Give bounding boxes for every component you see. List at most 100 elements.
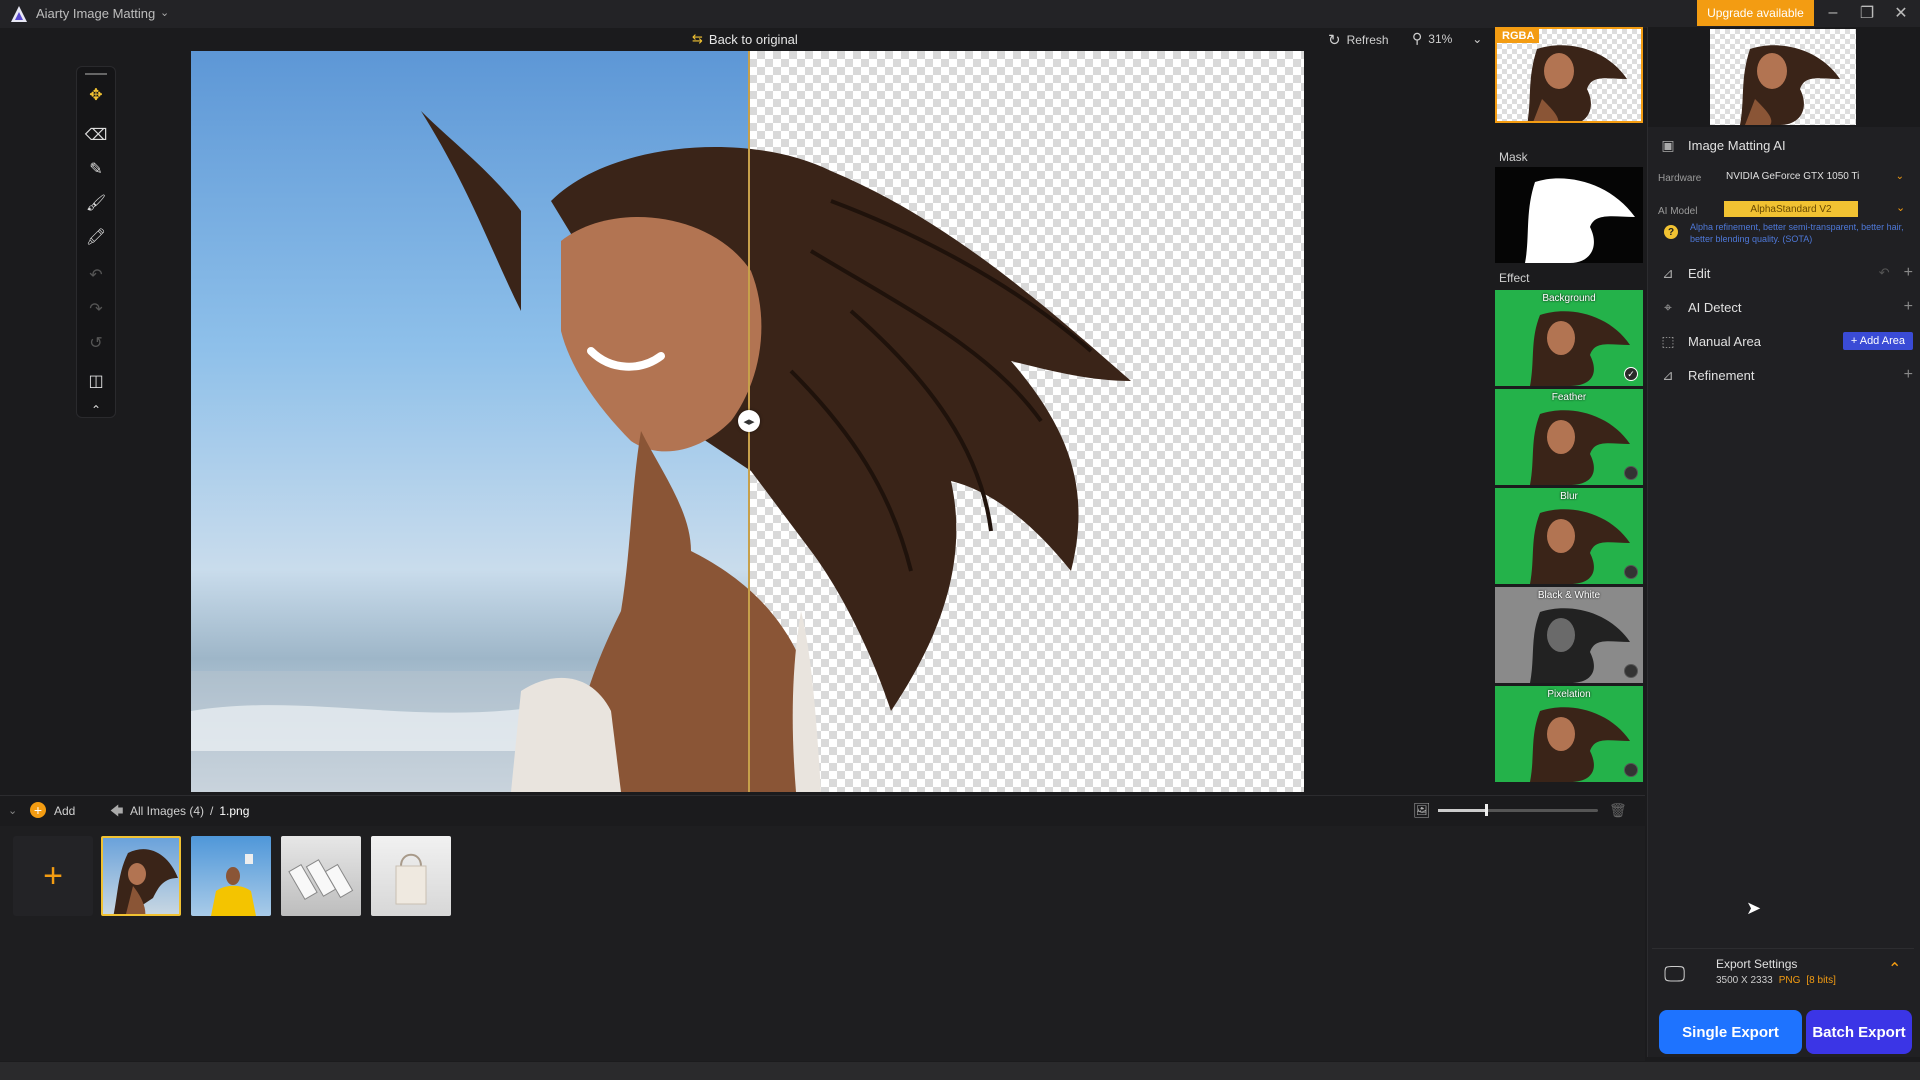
panel-preview-area bbox=[1648, 27, 1920, 127]
eraser-tool-icon[interactable]: ⌫ bbox=[83, 122, 109, 148]
effect-black-white[interactable]: Black & White bbox=[1495, 587, 1643, 683]
mask-label: Mask bbox=[1499, 150, 1528, 164]
trash-icon[interactable]: 🗑 bbox=[1609, 802, 1627, 819]
single-export-button[interactable]: Single Export bbox=[1659, 1010, 1802, 1054]
edit-label: Edit bbox=[1688, 265, 1711, 281]
filmstrip-toolbar: ⌄ + Add 🡄 All Images (4) / 1.png 🖼 🗑 bbox=[0, 795, 1645, 826]
effect-background[interactable]: Background ✓ bbox=[1495, 290, 1643, 386]
refinement-label: Refinement bbox=[1688, 367, 1755, 383]
move-tool-icon[interactable]: ✥ bbox=[83, 82, 109, 108]
effect-radio[interactable] bbox=[1624, 763, 1638, 777]
mask-preview[interactable] bbox=[1495, 167, 1643, 263]
minimize-icon[interactable]: – bbox=[1820, 3, 1846, 23]
brush-tool-icon[interactable]: 🖌 bbox=[83, 190, 109, 216]
thumbnail-size-slider-handle[interactable] bbox=[1485, 804, 1488, 816]
hardware-select[interactable]: NVIDIA GeForce GTX 1050 Ti ⌄ bbox=[1720, 168, 1910, 184]
effect-thumb-subject bbox=[1530, 311, 1630, 386]
film-thumb-subject bbox=[395, 853, 427, 905]
ai-model-select[interactable]: AlphaStandard V2 bbox=[1724, 201, 1858, 217]
breadcrumb-all-images[interactable]: All Images (4) bbox=[130, 804, 204, 818]
chevron-down-icon[interactable]: ⌄ bbox=[160, 6, 169, 19]
chevron-down-icon: ⌄ bbox=[1895, 170, 1904, 182]
rgba-badge: RGBA bbox=[1497, 29, 1540, 43]
fit-view-icon[interactable]: ◫ bbox=[83, 368, 109, 394]
refresh-label: Refresh bbox=[1346, 33, 1389, 47]
effect-pixelation[interactable]: Pixelation bbox=[1495, 686, 1643, 782]
zoom-icon: ⚲ bbox=[1412, 30, 1423, 46]
breadcrumb-separator: / bbox=[210, 804, 214, 818]
manual-area-row[interactable]: ⬚ Manual Area + Add Area bbox=[1658, 329, 1913, 353]
pen-tool-icon[interactable]: ✎ bbox=[83, 156, 109, 182]
add-image-tile[interactable]: + bbox=[13, 836, 93, 916]
collapse-up-icon[interactable]: ⌃ bbox=[83, 397, 109, 423]
add-circle-icon[interactable]: + bbox=[30, 802, 46, 818]
upgrade-button[interactable]: Upgrade available bbox=[1697, 0, 1814, 26]
add-area-button[interactable]: + Add Area bbox=[1842, 332, 1913, 350]
film-thumb-2[interactable] bbox=[191, 836, 271, 916]
horizontal-scrollbar[interactable] bbox=[0, 1062, 1920, 1080]
edit-row[interactable]: ⊿ Edit ↶ + bbox=[1658, 261, 1913, 285]
edit-icon: ⊿ bbox=[1662, 264, 1674, 281]
close-icon[interactable]: ✕ bbox=[1888, 3, 1914, 23]
export-format: PNG bbox=[1778, 975, 1801, 986]
export-settings[interactable]: 🖵 Export Settings 3500 X 2333 PNG [8 bit… bbox=[1652, 948, 1914, 999]
preview-column: RGBA Mask Effect Background ✓ Feather Bl… bbox=[1495, 27, 1645, 787]
back-arrow-icon[interactable]: 🡄 bbox=[110, 802, 123, 824]
plus-icon[interactable]: + bbox=[1904, 366, 1913, 384]
back-to-original-label: Back to original bbox=[708, 31, 798, 47]
refresh-button[interactable]: ↻ Refresh bbox=[1328, 31, 1389, 49]
effect-name: Background bbox=[1542, 293, 1596, 304]
mask-preview-shape bbox=[1525, 178, 1635, 263]
collapse-down-icon[interactable]: ⌄ bbox=[8, 804, 17, 817]
effect-radio[interactable] bbox=[1624, 466, 1638, 480]
effect-label: Effect bbox=[1499, 271, 1530, 285]
help-icon[interactable]: ? bbox=[1664, 225, 1678, 239]
effect-thumb-subject bbox=[1530, 410, 1630, 485]
refresh-icon: ↻ bbox=[1328, 32, 1341, 49]
export-settings-icon: 🖵 bbox=[1664, 961, 1686, 986]
reset-icon[interactable]: ↺ bbox=[83, 330, 109, 356]
undo-icon[interactable]: ↶ bbox=[83, 262, 109, 288]
back-to-original-button[interactable]: ⇆ Back to original bbox=[692, 31, 798, 47]
effect-radio[interactable] bbox=[1624, 565, 1638, 579]
swap-icon: ⇆ bbox=[692, 31, 703, 46]
film-thumb-3[interactable] bbox=[281, 836, 361, 916]
film-thumb-1[interactable] bbox=[101, 836, 181, 916]
effect-blur[interactable]: Blur bbox=[1495, 488, 1643, 584]
chevron-down-icon[interactable]: ⌄ bbox=[1896, 201, 1905, 214]
add-images-button[interactable]: Add bbox=[54, 804, 75, 818]
effect-thumb-subject bbox=[1530, 608, 1630, 683]
manual-area-icon: ⬚ bbox=[1661, 332, 1675, 349]
effect-selected-check-icon[interactable]: ✓ bbox=[1624, 367, 1638, 381]
ai-detect-label: AI Detect bbox=[1688, 299, 1742, 315]
mouse-cursor-icon: ➤ bbox=[1746, 898, 1762, 918]
export-size: 3500 X 2333 bbox=[1716, 975, 1773, 986]
effect-feather[interactable]: Feather bbox=[1495, 389, 1643, 485]
image-canvas[interactable]: ◂▸ bbox=[191, 51, 1304, 792]
app-logo-icon bbox=[11, 6, 27, 22]
redo-icon[interactable]: ↷ bbox=[83, 296, 109, 322]
title-bar bbox=[0, 0, 1920, 28]
batch-export-button[interactable]: Batch Export bbox=[1806, 1010, 1912, 1054]
effect-name: Blur bbox=[1560, 491, 1578, 502]
ai-detect-icon: ⌖ bbox=[1664, 298, 1672, 315]
palette-grip[interactable] bbox=[83, 71, 109, 77]
film-thumb-4[interactable] bbox=[371, 836, 451, 916]
rgba-preview[interactable]: RGBA bbox=[1495, 27, 1643, 123]
plus-icon[interactable]: + bbox=[1904, 298, 1913, 316]
refinement-row[interactable]: ⊿ Refinement + bbox=[1658, 363, 1913, 387]
compare-handle-icon[interactable]: ◂▸ bbox=[738, 410, 760, 432]
ai-detect-row[interactable]: ⌖ AI Detect + bbox=[1658, 295, 1913, 319]
zoom-control[interactable]: ⚲ 31% ⌄ bbox=[1412, 30, 1482, 47]
chevron-down-icon[interactable]: ⌄ bbox=[1472, 32, 1482, 46]
chevron-up-icon[interactable]: ⌃ bbox=[1888, 959, 1901, 979]
manual-area-label: Manual Area bbox=[1688, 333, 1761, 349]
effect-radio[interactable] bbox=[1624, 664, 1638, 678]
restore-icon[interactable]: ❐ bbox=[1854, 3, 1880, 23]
undo-icon[interactable]: ↶ bbox=[1879, 265, 1890, 281]
app-title: Aiarty Image Matting bbox=[36, 6, 156, 21]
roller-tool-icon[interactable]: 🖍 bbox=[83, 224, 109, 250]
effect-name: Feather bbox=[1551, 392, 1587, 403]
image-matting-ai-title: Image Matting AI bbox=[1688, 137, 1786, 153]
plus-icon[interactable]: + bbox=[1904, 264, 1913, 282]
